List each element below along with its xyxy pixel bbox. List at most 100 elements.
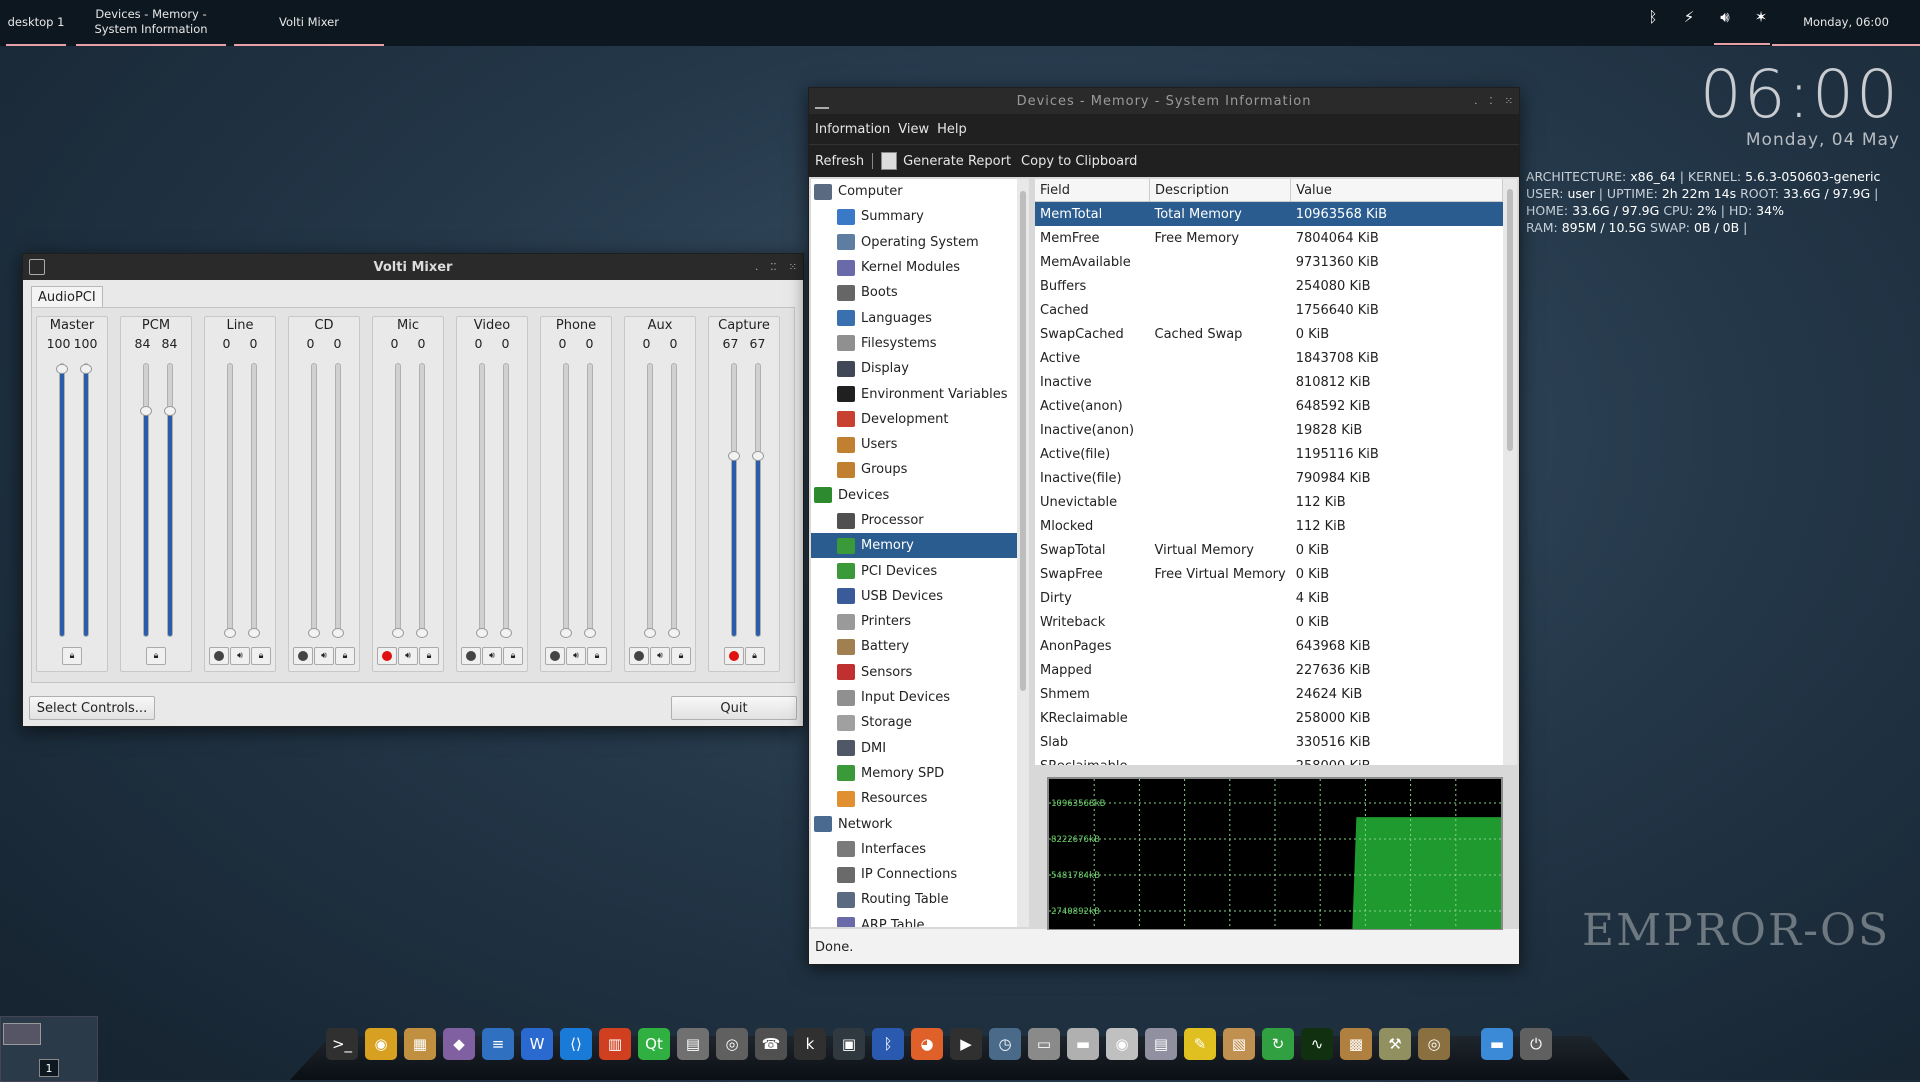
table-row[interactable]: Cached 1756640 KiB [1035,298,1503,322]
copy-clipboard-button[interactable]: Copy to Clipboard [1021,154,1137,169]
right-slider[interactable] [752,363,764,637]
boxes-icon[interactable]: ▩ [1340,1028,1372,1060]
left-slider-knob[interactable] [224,628,236,638]
monitor-icon[interactable]: ▣ [833,1028,865,1060]
table-row[interactable]: SwapTotal Virtual Memory 0 KiB [1035,538,1503,562]
table-row[interactable]: MemFree Free Memory 7804064 KiB [1035,226,1503,250]
archive-icon[interactable]: ▦ [404,1028,436,1060]
col-field[interactable]: Field [1035,179,1150,202]
right-slider[interactable] [500,363,512,638]
record-icon[interactable] [293,647,313,665]
minimize-icon[interactable]: . [755,262,758,273]
volti-tray-icon[interactable]: ✶ [1752,8,1770,28]
right-slider-knob[interactable] [164,406,176,417]
table-row[interactable]: AnonPages 643968 KiB [1035,634,1503,658]
lock-icon[interactable]: 🔒︎ [146,647,166,665]
right-slider[interactable] [668,363,680,638]
tree-item-memory-spd[interactable]: Memory SPD [811,761,1017,786]
lock-icon[interactable]: 🔒︎ [62,647,82,665]
right-slider[interactable] [584,363,596,638]
right-slider-knob[interactable] [584,628,596,638]
minimize-icon[interactable]: . [1474,96,1477,107]
table-row[interactable]: Dirty 4 KiB [1035,586,1503,610]
tree-item-filesystems[interactable]: Filesystems [811,331,1017,356]
left-slider[interactable] [560,363,572,638]
table-scrollbar[interactable] [1503,179,1517,765]
tree-item-pci-devices[interactable]: PCI Devices [811,558,1017,583]
right-slider[interactable] [332,363,344,638]
tree-item-processor[interactable]: Processor [811,508,1017,533]
right-slider-knob[interactable] [752,451,764,462]
right-slider[interactable] [248,363,260,638]
phone-icon[interactable]: ☎ [755,1028,787,1060]
qt-creator-icon[interactable]: Qt [638,1028,670,1060]
speaker-icon[interactable]: 🔊︎ [230,647,250,665]
record-icon[interactable] [629,647,649,665]
tree-item-memory[interactable]: Memory [811,533,1017,559]
desktop-switcher[interactable]: desktop 1 [6,0,66,46]
tree-item-languages[interactable]: Languages [811,305,1017,330]
tree-item-kernel-modules[interactable]: Kernel Modules [811,255,1017,280]
right-slider-knob[interactable] [416,628,428,638]
lock-icon[interactable]: 🔒︎ [671,647,691,665]
table-row[interactable]: Inactive(file) 790984 KiB [1035,466,1503,490]
drive-icon[interactable]: ▬ [1067,1028,1099,1060]
tree-item-development[interactable]: Development [811,407,1017,432]
tree-item-ip-connections[interactable]: IP Connections [811,862,1017,887]
printer-app-icon[interactable]: ▤ [677,1028,709,1060]
lock-icon[interactable]: 🔒︎ [335,647,355,665]
volume-icon[interactable]: 🔊︎ [1716,8,1734,28]
left-slider[interactable] [644,363,656,638]
left-slider-knob[interactable] [560,628,572,638]
tree-item-devices[interactable]: Devices [811,483,1017,508]
system-monitor-icon[interactable]: ∿ [1301,1028,1333,1060]
window-menu-icon[interactable] [815,93,829,109]
panel-clock[interactable]: Monday, 06:00 [1772,0,1920,46]
disc-icon[interactable]: ◉ [1106,1028,1138,1060]
tree-item-environment-variables[interactable]: Environment Variables [811,381,1017,406]
table-row[interactable]: SwapFree Free Virtual Memory 0 KiB [1035,562,1503,586]
right-slider-knob[interactable] [668,628,680,638]
task-hardinfo[interactable]: Devices - Memory - System Information [76,0,226,46]
lock-icon[interactable]: 🔒︎ [503,647,523,665]
tree-item-arp-table[interactable]: ARP Table [811,913,1017,927]
col-value[interactable]: Value [1290,179,1503,202]
table-row[interactable]: Active 1843708 KiB [1035,346,1503,370]
terminal-icon[interactable]: >_ [326,1028,358,1060]
k-app-icon[interactable]: k [794,1028,826,1060]
camera-icon[interactable]: ◎ [716,1028,748,1060]
hardinfo-titlebar[interactable]: Devices - Memory - System Information . … [809,88,1519,114]
left-slider-knob[interactable] [728,451,740,462]
tree-item-sensors[interactable]: Sensors [811,660,1017,685]
bluetooth-icon[interactable]: ᛒ [872,1028,904,1060]
volti-titlebar[interactable]: Volti Mixer . ⁚⁚ ⁙ [23,254,803,280]
clock-app-icon[interactable]: ◷ [989,1028,1021,1060]
left-slider-knob[interactable] [140,406,152,417]
col-description[interactable]: Description [1149,179,1292,202]
table-row[interactable]: MemAvailable 9731360 KiB [1035,250,1503,274]
tree-item-battery[interactable]: Battery [811,634,1017,659]
firefox-icon[interactable]: ◕ [911,1028,943,1060]
lock-icon[interactable]: 🔒︎ [419,647,439,665]
right-slider-knob[interactable] [80,364,92,374]
left-slider[interactable] [392,363,404,638]
table-row[interactable]: Inactive(anon) 19828 KiB [1035,418,1503,442]
diamond-app-icon[interactable]: ◆ [443,1028,475,1060]
tree-item-dmi[interactable]: DMI [811,736,1017,761]
select-controls-button[interactable]: Select Controls... [29,696,155,720]
tree-item-input-devices[interactable]: Input Devices [811,685,1017,710]
right-slider[interactable] [164,363,176,637]
tree-item-usb-devices[interactable]: USB Devices [811,584,1017,609]
tree-item-display[interactable]: Display [811,356,1017,381]
task-volti[interactable]: Volti Mixer [234,0,384,46]
table-row[interactable]: Buffers 254080 KiB [1035,274,1503,298]
table-row[interactable]: Active(file) 1195116 KiB [1035,442,1503,466]
record-icon[interactable] [461,647,481,665]
tree-item-operating-system[interactable]: Operating System [811,230,1017,255]
right-slider-knob[interactable] [500,628,512,638]
desktop-pager[interactable]: 1 [0,1016,98,1082]
table-row[interactable]: SReclaimable 258000 KiB [1035,754,1503,766]
left-slider[interactable] [476,363,488,638]
speaker-icon[interactable]: 🔊︎ [566,647,586,665]
tree-item-boots[interactable]: Boots [811,280,1017,305]
